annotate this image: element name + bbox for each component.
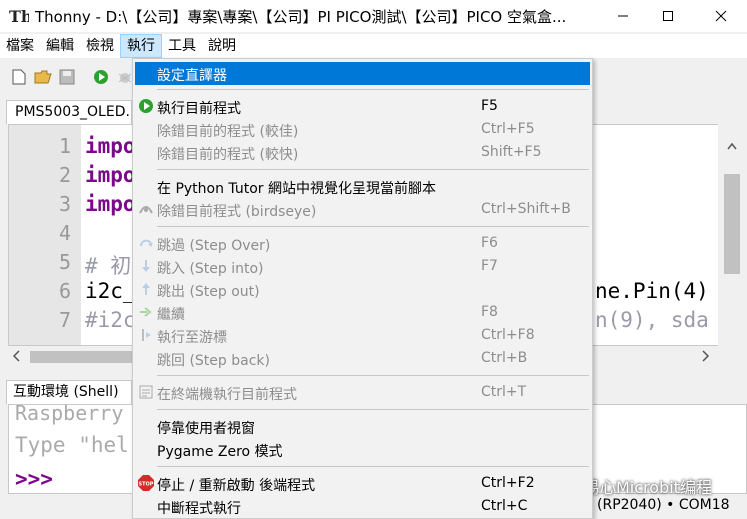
svg-text:STOP: STOP <box>139 482 154 488</box>
close-button[interactable] <box>698 0 744 32</box>
menu-item-birdseye[interactable]: 除錯目前程式 (birdseye) Ctrl+Shift+B <box>135 198 590 221</box>
svg-text:Th: Th <box>9 7 29 25</box>
line-number: 1 <box>58 134 71 158</box>
menu-item-pygame-zero-mode[interactable]: Pygame Zero 模式 <box>135 438 590 461</box>
menu-run[interactable]: 執行 <box>120 34 162 58</box>
menu-tools[interactable]: 工具 <box>162 34 202 58</box>
step-into-icon <box>137 257 155 275</box>
line-number: 5 <box>58 250 71 274</box>
run-to-cursor-icon <box>137 326 155 344</box>
maximize-button[interactable] <box>645 0 691 32</box>
menu-item-configure-interpreter[interactable]: 設定直譯器 <box>135 62 590 85</box>
menu-file[interactable]: 檔案 <box>0 34 40 58</box>
menu-item-step-out[interactable]: 跳出 (Step out) <box>135 278 590 301</box>
run-icon[interactable] <box>92 68 110 86</box>
code-text: impo <box>85 134 136 158</box>
scroll-thumb[interactable] <box>724 174 740 274</box>
menu-separator <box>157 466 589 467</box>
run-menu-dropdown: 設定直譯器 執行目前程式 F5 除錯目前的程式 (較佳) Ctrl+F5 除錯目… <box>132 58 593 519</box>
menu-item-step-back[interactable]: 跳回 (Step back) Ctrl+B <box>135 347 590 370</box>
scroll-up-icon[interactable] <box>727 142 737 150</box>
new-file-icon[interactable] <box>10 68 28 86</box>
menu-item-dock-user-windows[interactable]: 停靠使用者視窗 <box>135 415 590 438</box>
menu-separator <box>157 226 589 227</box>
menu-item-step-over[interactable]: 跳過 (Step Over) F6 <box>135 232 590 255</box>
interpreter-status[interactable]: (RP2040) • COM18 <box>597 497 730 513</box>
title-bar: Th Thonny - D:\【公司】專案\專案\【公司】PI PICO測試\【… <box>0 0 747 32</box>
stop-icon: STOP <box>137 474 155 492</box>
code-text: #i2c <box>85 308 136 332</box>
scroll-right-icon[interactable] <box>700 349 710 363</box>
menu-item-run-current-script[interactable]: 執行目前程式 F5 <box>135 95 590 118</box>
menu-item-resume[interactable]: 繼續 F8 <box>135 301 590 324</box>
line-number: 2 <box>58 163 71 187</box>
menu-separator <box>157 409 589 410</box>
resume-icon <box>137 303 155 321</box>
thonny-window: Th Thonny - D:\【公司】專案\專案\【公司】PI PICO測試\【… <box>0 0 747 519</box>
line-number: 6 <box>58 279 71 303</box>
scroll-thumb[interactable] <box>30 351 140 363</box>
editor-tab[interactable]: PMS5003_OLED. <box>6 100 132 124</box>
menu-item-interrupt-execution[interactable]: 中斷程式執行 Ctrl+C <box>135 495 590 518</box>
line-number: 4 <box>58 221 71 245</box>
menu-separator <box>157 169 589 170</box>
code-text-right: n(9), sda <box>595 308 709 332</box>
code-text: i2c_ <box>85 279 136 303</box>
step-out-icon <box>137 280 155 298</box>
menu-edit[interactable]: 編輯 <box>40 34 80 58</box>
window-title: Thonny - D:\【公司】專案\專案\【公司】PI PICO測試\【公司】… <box>35 7 567 26</box>
terminal-icon <box>137 383 155 401</box>
line-number: 7 <box>58 308 71 332</box>
save-icon[interactable] <box>58 68 76 86</box>
shell-line: Type "hel <box>15 433 129 457</box>
editor-vertical-scrollbar[interactable] <box>718 124 747 346</box>
code-text-right: ne.Pin(4) <box>595 279 709 303</box>
menu-item-debug-faster[interactable]: 除錯目前的程式 (較快) Shift+F5 <box>135 141 590 164</box>
birdseye-icon <box>137 200 155 218</box>
menu-item-python-tutor[interactable]: 在 Python Tutor 網站中視覺化呈現當前腳本 <box>135 175 590 198</box>
open-folder-icon[interactable] <box>34 68 52 86</box>
menu-item-step-into[interactable]: 跳入 (Step into) F7 <box>135 255 590 278</box>
menu-separator <box>157 375 589 376</box>
line-number: 3 <box>58 192 71 216</box>
shell-tab[interactable]: 互動環境 (Shell) <box>6 380 132 404</box>
thonny-logo-icon: Th <box>9 6 29 26</box>
code-text: impo <box>85 163 136 187</box>
menu-separator <box>157 89 589 90</box>
shell-line: Raspberry <box>15 404 124 425</box>
scroll-left-icon[interactable] <box>12 349 22 363</box>
menu-item-run-to-cursor[interactable]: 執行至游標 Ctrl+F8 <box>135 324 590 347</box>
menu-item-stop-restart-backend[interactable]: STOP 停止 / 重新啟動 後端程式 Ctrl+F2 <box>135 472 590 495</box>
code-text: impo <box>85 192 136 216</box>
menu-bar: 檔案 編輯 檢視 執行 工具 說明 <box>0 34 747 58</box>
watermark-text: 易心Microbit编程 <box>584 478 712 497</box>
menu-item-run-in-terminal[interactable]: 在終端機執行目前程式 Ctrl+T <box>135 381 590 404</box>
shell-prompt: >>> <box>15 467 53 491</box>
step-over-icon <box>137 234 155 252</box>
menu-view[interactable]: 檢視 <box>80 34 120 58</box>
run-icon <box>137 97 155 115</box>
minimize-button[interactable] <box>600 0 646 32</box>
menu-help[interactable]: 說明 <box>202 34 242 58</box>
menu-item-debug-nicer[interactable]: 除錯目前的程式 (較佳) Ctrl+F5 <box>135 118 590 141</box>
